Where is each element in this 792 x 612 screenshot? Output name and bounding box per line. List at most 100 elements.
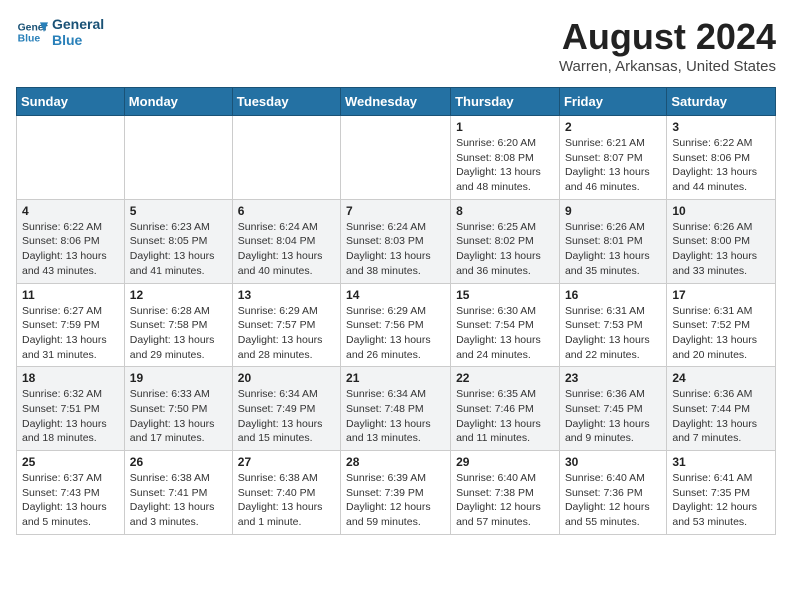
day-info: Sunrise: 6:33 AMSunset: 7:50 PMDaylight:… — [130, 387, 227, 446]
location-subtitle: Warren, Arkansas, United States — [559, 58, 776, 75]
calendar-cell: 28 Sunrise: 6:39 AMSunset: 7:39 PMDayligh… — [341, 451, 451, 535]
logo-icon: General Blue — [16, 16, 48, 48]
weekday-header-monday: Monday — [124, 88, 232, 116]
weekday-header-row: SundayMondayTuesdayWednesdayThursdayFrid… — [17, 88, 776, 116]
calendar-cell — [17, 116, 125, 200]
day-info: Sunrise: 6:21 AMSunset: 8:07 PMDaylight:… — [565, 136, 661, 195]
day-number: 14 — [346, 288, 445, 302]
day-info: Sunrise: 6:35 AMSunset: 7:46 PMDaylight:… — [456, 387, 554, 446]
day-number: 23 — [565, 371, 661, 385]
calendar-cell: 6Sunrise: 6:24 AMSunset: 8:04 PMDaylight… — [232, 199, 340, 283]
day-number: 18 — [22, 371, 119, 385]
day-number: 22 — [456, 371, 554, 385]
day-number: 29 — [456, 455, 554, 469]
calendar-header: SundayMondayTuesdayWednesdayThursdayFrid… — [17, 88, 776, 116]
calendar-cell: 5Sunrise: 6:23 AMSunset: 8:05 PMDaylight… — [124, 199, 232, 283]
calendar-cell: 30 Sunrise: 6:40 AMSunset: 7:36 PMDayligh… — [559, 451, 666, 535]
calendar-cell: 8Sunrise: 6:25 AMSunset: 8:02 PMDaylight… — [451, 199, 560, 283]
day-info: Sunrise: 6:34 AMSunset: 7:48 PMDaylight:… — [346, 387, 445, 446]
day-info: Sunrise: 6:41 AMSunset: 7:35 PMDaylight:… — [672, 471, 770, 530]
day-info: Sunrise: 6:30 AMSunset: 7:54 PMDaylight:… — [456, 304, 554, 363]
calendar-cell: 2Sunrise: 6:21 AMSunset: 8:07 PMDaylight… — [559, 116, 666, 200]
day-info: Sunrise: 6:38 AMSunset: 7:41 PMDaylight:… — [130, 471, 227, 530]
day-info: Sunrise: 6:27 AMSunset: 7:59 PMDaylight:… — [22, 304, 119, 363]
day-number: 19 — [130, 371, 227, 385]
day-number: 10 — [672, 204, 770, 218]
day-info: Sunrise: 6:38 AMSunset: 7:40 PMDaylight:… — [238, 471, 335, 530]
weekday-header-wednesday: Wednesday — [341, 88, 451, 116]
day-info: Sunrise: 6:36 AMSunset: 7:45 PMDaylight:… — [565, 387, 661, 446]
calendar-cell: 10Sunrise: 6:26 AMSunset: 8:00 PMDayligh… — [667, 199, 776, 283]
day-info: Sunrise: 6:40 AMSunset: 7:38 PMDaylight:… — [456, 471, 554, 530]
day-info: Sunrise: 6:28 AMSunset: 7:58 PMDaylight:… — [130, 304, 227, 363]
day-number: 7 — [346, 204, 445, 218]
day-info: Sunrise: 6:24 AMSunset: 8:04 PMDaylight:… — [238, 220, 335, 279]
week-row-1: 1 Sunrise: 6:20 AMSunset: 8:08 PMDaylight… — [17, 116, 776, 200]
logo: General Blue General Blue — [16, 16, 104, 48]
calendar-cell — [341, 116, 451, 200]
day-info: Sunrise: 6:29 AMSunset: 7:56 PMDaylight:… — [346, 304, 445, 363]
month-year-title: August 2024 — [559, 16, 776, 58]
day-info: Sunrise: 6:31 AMSunset: 7:52 PMDaylight:… — [672, 304, 770, 363]
day-info: Sunrise: 6:32 AMSunset: 7:51 PMDaylight:… — [22, 387, 119, 446]
calendar-cell: 12 Sunrise: 6:28 AMSunset: 7:58 PMDayligh… — [124, 283, 232, 367]
day-info: Sunrise: 6:34 AMSunset: 7:49 PMDaylight:… — [238, 387, 335, 446]
day-number: 27 — [238, 455, 335, 469]
calendar-cell: 14 Sunrise: 6:29 AMSunset: 7:56 PMDayligh… — [341, 283, 451, 367]
day-info: Sunrise: 6:26 AMSunset: 8:01 PMDaylight:… — [565, 220, 661, 279]
calendar-cell: 4 Sunrise: 6:22 AMSunset: 8:06 PMDaylight… — [17, 199, 125, 283]
week-row-4: 18 Sunrise: 6:32 AMSunset: 7:51 PMDayligh… — [17, 367, 776, 451]
day-number: 15 — [456, 288, 554, 302]
day-number: 13 — [238, 288, 335, 302]
weekday-header-friday: Friday — [559, 88, 666, 116]
calendar-cell: 23 Sunrise: 6:36 AMSunset: 7:45 PMDayligh… — [559, 367, 666, 451]
day-info: Sunrise: 6:40 AMSunset: 7:36 PMDaylight:… — [565, 471, 661, 530]
day-info: Sunrise: 6:22 AMSunset: 8:06 PMDaylight:… — [672, 136, 770, 195]
week-row-2: 4 Sunrise: 6:22 AMSunset: 8:06 PMDaylight… — [17, 199, 776, 283]
svg-text:Blue: Blue — [18, 34, 41, 45]
day-info: Sunrise: 6:20 AMSunset: 8:08 PMDaylight:… — [456, 136, 554, 195]
day-number: 1 — [456, 120, 554, 134]
day-info: Sunrise: 6:39 AMSunset: 7:39 PMDaylight:… — [346, 471, 445, 530]
day-number: 30 — [565, 455, 661, 469]
calendar-cell: 27 Sunrise: 6:38 AMSunset: 7:40 PMDayligh… — [232, 451, 340, 535]
logo-text-general: General — [52, 16, 104, 32]
calendar-cell: 31 Sunrise: 6:41 AMSunset: 7:35 PMDayligh… — [667, 451, 776, 535]
day-info: Sunrise: 6:29 AMSunset: 7:57 PMDaylight:… — [238, 304, 335, 363]
calendar-table: SundayMondayTuesdayWednesdayThursdayFrid… — [16, 87, 776, 535]
weekday-header-sunday: Sunday — [17, 88, 125, 116]
calendar-body: 1 Sunrise: 6:20 AMSunset: 8:08 PMDaylight… — [17, 116, 776, 535]
calendar-cell: 16 Sunrise: 6:31 AMSunset: 7:53 PMDayligh… — [559, 283, 666, 367]
calendar-cell: 3 Sunrise: 6:22 AMSunset: 8:06 PMDaylight… — [667, 116, 776, 200]
week-row-3: 11 Sunrise: 6:27 AMSunset: 7:59 PMDayligh… — [17, 283, 776, 367]
calendar-cell — [232, 116, 340, 200]
calendar-cell: 25 Sunrise: 6:37 AMSunset: 7:43 PMDayligh… — [17, 451, 125, 535]
day-info: Sunrise: 6:24 AMSunset: 8:03 PMDaylight:… — [346, 220, 445, 279]
title-area: August 2024 Warren, Arkansas, United Sta… — [559, 16, 776, 75]
day-number: 24 — [672, 371, 770, 385]
day-number: 31 — [672, 455, 770, 469]
calendar-cell: 24 Sunrise: 6:36 AMSunset: 7:44 PMDayligh… — [667, 367, 776, 451]
day-number: 9 — [565, 204, 661, 218]
calendar-cell: 13 Sunrise: 6:29 AMSunset: 7:57 PMDayligh… — [232, 283, 340, 367]
calendar-cell: 17Sunrise: 6:31 AMSunset: 7:52 PMDayligh… — [667, 283, 776, 367]
day-info: Sunrise: 6:22 AMSunset: 8:06 PMDaylight:… — [22, 220, 119, 279]
calendar-cell: 21Sunrise: 6:34 AMSunset: 7:48 PMDayligh… — [341, 367, 451, 451]
day-number: 3 — [672, 120, 770, 134]
day-number: 28 — [346, 455, 445, 469]
day-number: 16 — [565, 288, 661, 302]
calendar-cell: 18 Sunrise: 6:32 AMSunset: 7:51 PMDayligh… — [17, 367, 125, 451]
day-number: 11 — [22, 288, 119, 302]
day-info: Sunrise: 6:36 AMSunset: 7:44 PMDaylight:… — [672, 387, 770, 446]
calendar-cell: 15 Sunrise: 6:30 AMSunset: 7:54 PMDayligh… — [451, 283, 560, 367]
day-number: 12 — [130, 288, 227, 302]
week-row-5: 25 Sunrise: 6:37 AMSunset: 7:43 PMDayligh… — [17, 451, 776, 535]
day-number: 25 — [22, 455, 119, 469]
weekday-header-tuesday: Tuesday — [232, 88, 340, 116]
calendar-cell: 19 Sunrise: 6:33 AMSunset: 7:50 PMDayligh… — [124, 367, 232, 451]
day-info: Sunrise: 6:37 AMSunset: 7:43 PMDaylight:… — [22, 471, 119, 530]
day-info: Sunrise: 6:31 AMSunset: 7:53 PMDaylight:… — [565, 304, 661, 363]
day-info: Sunrise: 6:23 AMSunset: 8:05 PMDaylight:… — [130, 220, 227, 279]
day-number: 4 — [22, 204, 119, 218]
calendar-cell — [124, 116, 232, 200]
